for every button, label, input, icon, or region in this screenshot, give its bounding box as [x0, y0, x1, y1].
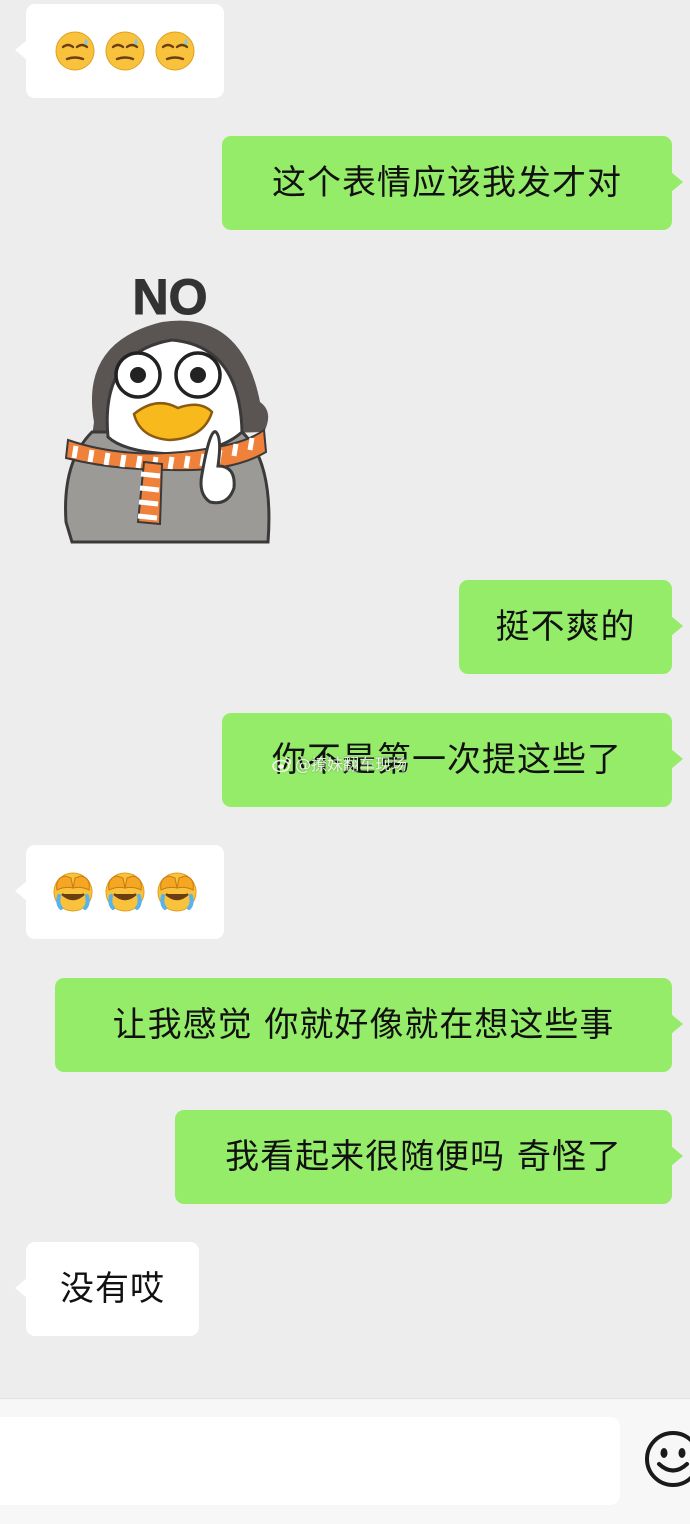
message-bubble-outgoing[interactable]: 你不是第一次提这些了 — [222, 713, 683, 807]
facepalm-cry-emoji — [105, 872, 145, 912]
message-bubble-incoming[interactable] — [15, 845, 224, 939]
message-bubble-outgoing[interactable]: 让我感觉 你就好像就在想这些事 — [55, 978, 683, 1072]
message-bubble-outgoing[interactable]: 我看起来很随便吗 奇怪了 — [175, 1110, 683, 1204]
chat-message-list[interactable]: 这个表情应该我发才对 NO 挺不爽的 你不是第一次提这些了 让我感觉 你就好像就… — [0, 0, 690, 1398]
sticker-caption: NO — [133, 269, 208, 325]
message-bubble-outgoing[interactable]: 这个表情应该我发才对 — [222, 136, 683, 230]
input-bar — [0, 1398, 690, 1524]
message-bubble-outgoing[interactable]: 挺不爽的 — [459, 580, 683, 674]
facepalm-cry-emoji — [157, 872, 197, 912]
smirk-sweat-emoji — [105, 31, 145, 71]
message-bubble-incoming[interactable] — [15, 4, 224, 98]
sticker-image: NO — [64, 269, 271, 544]
message-text: 挺不爽的 — [495, 607, 636, 647]
smirk-sweat-emoji — [55, 31, 95, 71]
facepalm-cry-emoji — [53, 872, 93, 912]
message-text: 让我感觉 你就好像就在想这些事 — [112, 1005, 615, 1045]
message-text: 这个表情应该我发才对 — [272, 163, 622, 203]
message-bubble-incoming[interactable]: 没有哎 — [15, 1242, 199, 1336]
penguin-no-sticker[interactable]: NO — [52, 262, 280, 546]
emoji-face-icon[interactable] — [643, 1429, 690, 1489]
smirk-sweat-emoji — [155, 31, 195, 71]
message-text: 我看起来很随便吗 奇怪了 — [225, 1137, 622, 1177]
message-text: 你不是第一次提这些了 — [272, 740, 622, 780]
message-text: 没有哎 — [60, 1269, 165, 1309]
message-input[interactable] — [0, 1417, 620, 1505]
